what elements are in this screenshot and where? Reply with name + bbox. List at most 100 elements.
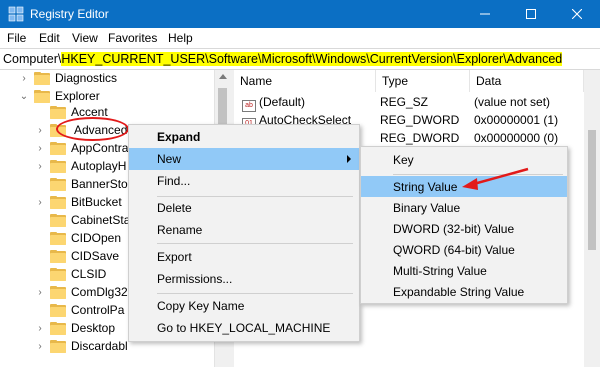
chevron-right-icon[interactable]: ›: [34, 124, 46, 136]
menu-item-goto-hklm[interactable]: Go to HKEY_LOCAL_MACHINE: [129, 317, 359, 339]
chevron-right-icon[interactable]: ›: [34, 160, 46, 172]
registry-editor-icon: [8, 6, 24, 22]
value-data: 0x00000001 (1): [474, 113, 559, 127]
menu-edit[interactable]: Edit: [39, 31, 60, 45]
window-title: Registry Editor: [30, 7, 109, 21]
minimize-button[interactable]: [462, 0, 508, 28]
menu-item-label: New: [157, 152, 182, 166]
column-header-type[interactable]: Type: [376, 70, 470, 92]
tree-item-label: Diagnostics: [55, 71, 118, 85]
tree-item[interactable]: ControlPa: [50, 300, 124, 320]
menu-item-expand[interactable]: Expand: [129, 126, 359, 148]
folder-icon: [50, 141, 66, 155]
menu-view[interactable]: View: [72, 31, 98, 45]
folder-icon: [34, 71, 50, 85]
folder-icon: [50, 231, 66, 245]
folder-icon: [50, 339, 66, 353]
menu-item-export[interactable]: Export: [129, 246, 359, 268]
registry-editor-window: Registry Editor File Edit View Favorites…: [0, 0, 600, 367]
tree-item[interactable]: › AppContra: [34, 138, 128, 158]
tree-item[interactable]: BannerStor: [50, 174, 132, 194]
folder-icon: [50, 159, 66, 173]
close-icon: [572, 9, 582, 19]
menu-item-find[interactable]: Find...: [129, 170, 359, 192]
submenu-item-qword-value[interactable]: QWORD (64-bit) Value: [361, 239, 567, 260]
value-type: REG_SZ: [380, 95, 429, 109]
chevron-right-icon[interactable]: ›: [34, 340, 46, 352]
tree-item-label: ComDlg32: [71, 285, 128, 299]
menu-item-new[interactable]: New: [129, 148, 359, 170]
folder-icon: [50, 213, 66, 227]
value-name-cell: ab (Default): [242, 95, 305, 112]
address-prefix: Computer\: [3, 52, 62, 66]
tree-item[interactable]: CIDSave: [50, 246, 119, 266]
annotation-circle: [56, 117, 129, 141]
scroll-up-arrow-icon[interactable]: [219, 74, 227, 79]
submenu-item-multi-string-value[interactable]: Multi-String Value: [361, 260, 567, 281]
menu-separator: [157, 243, 353, 244]
close-button[interactable]: [554, 0, 600, 28]
tree-item-label: CIDSave: [71, 249, 120, 263]
chevron-right-icon[interactable]: ›: [34, 286, 46, 298]
address-path[interactable]: Computer\HKEY_CURRENT_USER\Software\Micr…: [3, 52, 563, 66]
menu-favorites[interactable]: Favorites: [108, 31, 157, 45]
menu-separator: [157, 293, 353, 294]
value-name: (Default): [259, 95, 306, 109]
maximize-icon: [526, 9, 536, 19]
chevron-right-icon[interactable]: ›: [34, 322, 46, 334]
list-scrollbar[interactable]: [584, 70, 600, 367]
column-header-data[interactable]: Data: [470, 70, 584, 92]
column-header-name[interactable]: Name: [234, 70, 376, 92]
folder-icon: [50, 249, 66, 263]
new-submenu: Key String Value Binary Value DWORD (32-…: [360, 146, 568, 304]
maximize-button[interactable]: [508, 0, 554, 28]
menu-file[interactable]: File: [7, 31, 26, 45]
menu-bar: File Edit View Favorites Help: [0, 28, 600, 48]
value-type: REG_DWORD: [380, 131, 460, 145]
tree-item[interactable]: CabinetSta: [50, 210, 130, 230]
folder-icon: [50, 303, 66, 317]
tree-item-label: AppContra: [71, 141, 129, 155]
menu-item-copy-key-name[interactable]: Copy Key Name: [129, 295, 359, 317]
tree-item[interactable]: CLSID: [50, 264, 106, 284]
submenu-item-string-value[interactable]: String Value: [361, 176, 567, 197]
tree-item-label: Discardabl: [71, 339, 128, 353]
folder-icon: [50, 267, 66, 281]
chevron-right-icon[interactable]: ›: [34, 196, 46, 208]
scrollbar-thumb[interactable]: [588, 130, 596, 250]
chevron-down-icon[interactable]: ⌄: [18, 90, 30, 102]
context-menu: Expand New Find... Delete Rename Export …: [128, 124, 360, 342]
submenu-item-dword-value[interactable]: DWORD (32-bit) Value: [361, 218, 567, 239]
submenu-arrow-icon: [347, 155, 351, 163]
tree-item-label: Desktop: [71, 321, 116, 335]
tree-item-label: CIDOpen: [71, 231, 122, 245]
tree-item-label: BitBucket: [71, 195, 122, 209]
value-row[interactable]: ab (Default) REG_SZ (value not set): [234, 93, 600, 112]
submenu-item-binary-value[interactable]: Binary Value: [361, 197, 567, 218]
value-data: 0x00000000 (0): [474, 131, 559, 145]
tree-item[interactable]: CIDOpen: [50, 228, 121, 248]
tree-item[interactable]: › Desktop: [34, 318, 115, 338]
chevron-right-icon[interactable]: ›: [18, 72, 30, 84]
tree-item[interactable]: › Discardabl: [34, 336, 128, 356]
folder-icon: [50, 285, 66, 299]
submenu-item-key[interactable]: Key: [361, 149, 567, 170]
submenu-item-expandable-string-value[interactable]: Expandable String Value: [361, 281, 567, 302]
tree-item-label: Explorer: [55, 89, 100, 103]
tree-item[interactable]: › ComDlg32: [34, 282, 128, 302]
address-bar[interactable]: Computer\HKEY_CURRENT_USER\Software\Micr…: [0, 48, 600, 70]
menu-item-permissions[interactable]: Permissions...: [129, 268, 359, 290]
value-type: REG_DWORD: [380, 113, 460, 127]
tree-item-label: CabinetSta: [71, 213, 131, 227]
folder-icon: [34, 89, 50, 103]
title-bar[interactable]: Registry Editor: [0, 0, 600, 28]
menu-item-rename[interactable]: Rename: [129, 219, 359, 241]
menu-help[interactable]: Help: [168, 31, 193, 45]
minimize-icon: [480, 13, 490, 15]
menu-item-delete[interactable]: Delete: [129, 197, 359, 219]
tree-item[interactable]: › BitBucket: [34, 192, 122, 212]
tree-item[interactable]: › AutoplayH: [34, 156, 126, 176]
tree-item-label: CLSID: [71, 267, 107, 281]
menu-separator: [393, 174, 563, 175]
chevron-right-icon[interactable]: ›: [34, 142, 46, 154]
